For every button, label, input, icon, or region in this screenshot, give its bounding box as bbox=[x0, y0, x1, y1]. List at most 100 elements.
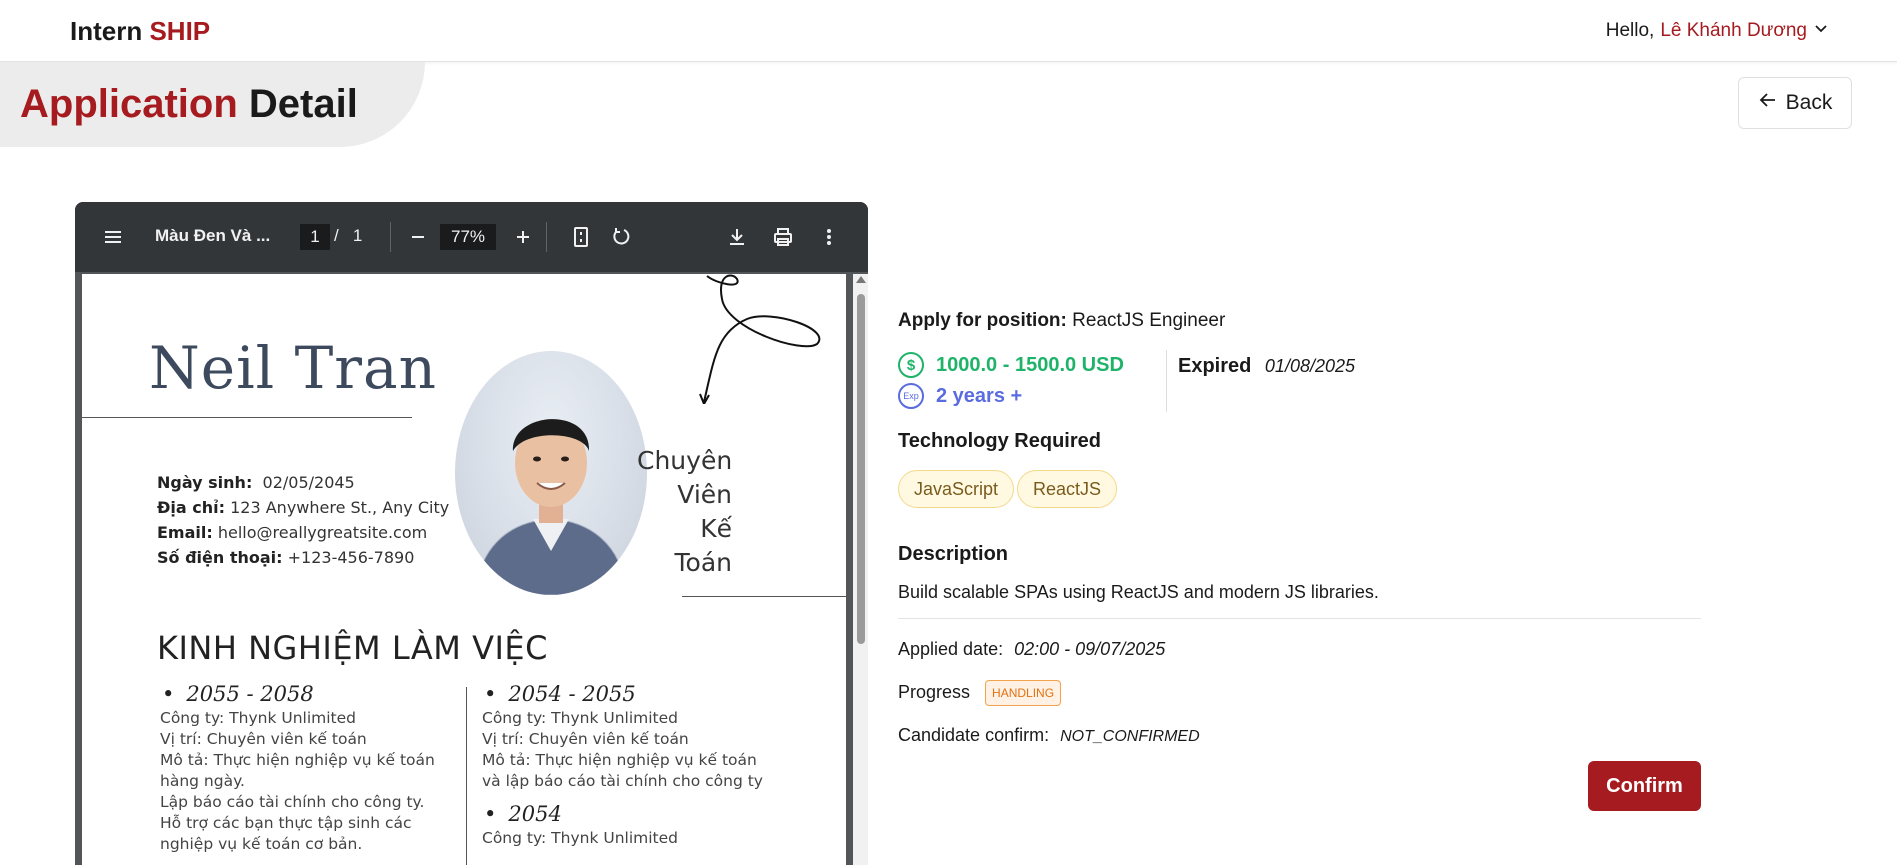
progress-row: Progress HANDLING bbox=[898, 680, 1062, 706]
print-icon[interactable] bbox=[772, 226, 794, 248]
cv-year: 2054 - 2055 bbox=[472, 684, 772, 705]
description-heading: Description bbox=[898, 543, 1009, 565]
divider bbox=[682, 596, 846, 597]
page-count: / 1 bbox=[334, 226, 362, 246]
expired-date: Expired 01/08/2025 bbox=[1178, 355, 1355, 378]
menu-icon[interactable] bbox=[102, 226, 124, 248]
toolbar-divider bbox=[390, 222, 391, 252]
page-title-part1: Application bbox=[20, 82, 238, 126]
pdf-viewer: Màu Đen Và ... 1 / 1 77% Neil Tran Chuyê… bbox=[75, 202, 868, 865]
experience-icon: Exp bbox=[898, 383, 924, 409]
cv-year: 2055 - 2058 bbox=[150, 684, 450, 705]
cv-role-line: Kế bbox=[700, 514, 732, 543]
cv-info-label: Địa chỉ: bbox=[157, 498, 226, 517]
cv-line: nghiệp vụ kế toán cơ bản. bbox=[160, 835, 363, 853]
progress-label: Progress bbox=[898, 681, 971, 702]
cv-info-value: hello@reallygreatsite.com bbox=[217, 523, 428, 542]
cv-year: 2054 bbox=[472, 804, 772, 825]
rotate-icon[interactable] bbox=[610, 226, 632, 248]
cv-role-line: Chuyên bbox=[637, 446, 733, 475]
cv-experience-left: 2055 - 2058 Công ty: Thynk Unlimited Vị … bbox=[150, 684, 450, 855]
more-vert-icon[interactable] bbox=[818, 226, 840, 248]
cv-experience-right: 2054 - 2055 Công ty: Thynk Unlimited Vị … bbox=[472, 684, 772, 849]
greeting-text: Hello, bbox=[1605, 20, 1655, 41]
cv-line: Vị trí: Chuyên viên kế toán bbox=[160, 730, 367, 748]
fit-page-icon[interactable] bbox=[570, 226, 592, 248]
pdf-scrollbar[interactable] bbox=[853, 274, 868, 865]
page-title: Application Detail bbox=[20, 82, 358, 127]
download-icon[interactable] bbox=[726, 226, 748, 248]
tech-tag: JavaScript bbox=[898, 470, 1015, 508]
cv-line: Công ty: Thynk Unlimited bbox=[482, 709, 678, 727]
applied-value: 02:00 - 09/07/2025 bbox=[1014, 639, 1166, 659]
logo-text-ship: SHIP bbox=[149, 16, 211, 46]
page-number-input[interactable]: 1 bbox=[300, 224, 330, 250]
zoom-out-icon[interactable] bbox=[407, 226, 429, 248]
tech-heading: Technology Required bbox=[898, 430, 1101, 452]
app-logo[interactable]: Intern SHIP bbox=[70, 16, 210, 47]
cv-name: Neil Tran bbox=[149, 334, 437, 402]
cv-line: Công ty: Thynk Unlimited bbox=[482, 829, 678, 847]
cv-info-value: 123 Anywhere St., Any City bbox=[230, 498, 450, 517]
cv-info-value: 02/05/2045 bbox=[262, 473, 355, 492]
toolbar-divider bbox=[546, 222, 547, 252]
divider bbox=[82, 417, 412, 418]
page-title-part2: Detail bbox=[248, 82, 358, 126]
back-button[interactable]: Back bbox=[1738, 77, 1852, 129]
candidate-confirm-label: Candidate confirm: bbox=[898, 725, 1050, 745]
cv-line: Mô tả: Thực hiện nghiệp vụ kế toán bbox=[482, 751, 757, 769]
position-value: ReactJS Engineer bbox=[1072, 310, 1226, 331]
experience-row: Exp 2 years + bbox=[898, 383, 1022, 409]
cv-info-value: +123-456-7890 bbox=[287, 548, 415, 567]
expired-label: Expired bbox=[1178, 355, 1252, 377]
experience-value: 2 years + bbox=[936, 384, 1023, 407]
logo-text-intern: Intern bbox=[70, 16, 143, 46]
cv-role-line: Viên bbox=[677, 480, 732, 509]
salary-range: 1000.0 - 1500.0 USD bbox=[936, 353, 1124, 376]
chevron-down-icon bbox=[1813, 20, 1829, 42]
confirm-button[interactable]: Confirm bbox=[1588, 761, 1701, 811]
zoom-in-icon[interactable] bbox=[512, 226, 534, 248]
candidate-confirm-value: NOT_CONFIRMED bbox=[1060, 728, 1200, 745]
cv-role: Chuyên Viên Kế Toán bbox=[637, 444, 732, 580]
arrow-left-icon bbox=[1758, 90, 1778, 116]
cv-contact-info: Ngày sinh: 02/05/2045 Địa chỉ: 123 Anywh… bbox=[157, 470, 449, 570]
cv-info-label: Ngày sinh: bbox=[157, 473, 253, 492]
position-label: Apply for position: bbox=[898, 310, 1067, 331]
salary-row: $ 1000.0 - 1500.0 USD bbox=[898, 352, 1124, 378]
cv-line: Vị trí: Chuyên viên kế toán bbox=[482, 730, 689, 748]
cv-line: Lập báo cáo tài chính cho công ty. bbox=[160, 793, 425, 811]
scroll-up-icon[interactable] bbox=[856, 276, 866, 283]
top-navbar: Intern SHIP Hello, Lê Khánh Dương bbox=[0, 0, 1897, 62]
divider bbox=[898, 618, 1701, 619]
cv-line: Hỗ trợ các bạn thực tập sinh các bbox=[160, 814, 412, 832]
status-badge: HANDLING bbox=[985, 680, 1062, 706]
applied-label: Applied date: bbox=[898, 639, 1004, 659]
scrollbar-thumb[interactable] bbox=[857, 294, 865, 644]
divider bbox=[1166, 350, 1167, 412]
zoom-input[interactable]: 77% bbox=[440, 224, 496, 250]
tech-tag: ReactJS bbox=[1017, 470, 1118, 508]
pdf-file-name: Màu Đen Và ... bbox=[155, 226, 271, 245]
profile-photo bbox=[455, 351, 647, 595]
apply-position: Apply for position: ReactJS Engineer bbox=[898, 310, 1225, 332]
user-name: Lê Khánh Dương bbox=[1660, 20, 1807, 41]
total-pages: 1 bbox=[352, 226, 363, 245]
cv-info-label: Số điện thoại: bbox=[157, 548, 283, 567]
applied-date: Applied date: 02:00 - 09/07/2025 bbox=[898, 639, 1165, 660]
pdf-toolbar: Màu Đen Và ... 1 / 1 77% bbox=[75, 202, 868, 272]
user-menu[interactable]: Hello, Lê Khánh Dương bbox=[1606, 20, 1829, 42]
cv-info-label: Email: bbox=[157, 523, 213, 542]
divider bbox=[466, 687, 467, 865]
cv-experience-heading: KINH NGHIỆM LÀM VIỆC bbox=[157, 629, 548, 667]
pdf-page: Neil Tran Chuyên Viên Kế Toán Ngày sinh: bbox=[82, 274, 846, 865]
description-text: Build scalable SPAs using ReactJS and mo… bbox=[898, 582, 1379, 602]
decorative-swirl bbox=[699, 274, 821, 404]
cv-line: hàng ngày. bbox=[160, 772, 245, 790]
cv-line: và lập báo cáo tài chính cho công ty bbox=[482, 772, 763, 790]
cv-role-line: Toán bbox=[674, 548, 732, 577]
candidate-confirm-row: Candidate confirm: NOT_CONFIRMED bbox=[898, 725, 1200, 746]
back-label: Back bbox=[1785, 91, 1833, 114]
expired-value: 01/08/2025 bbox=[1264, 356, 1356, 376]
cv-line: Công ty: Thynk Unlimited bbox=[160, 709, 356, 727]
